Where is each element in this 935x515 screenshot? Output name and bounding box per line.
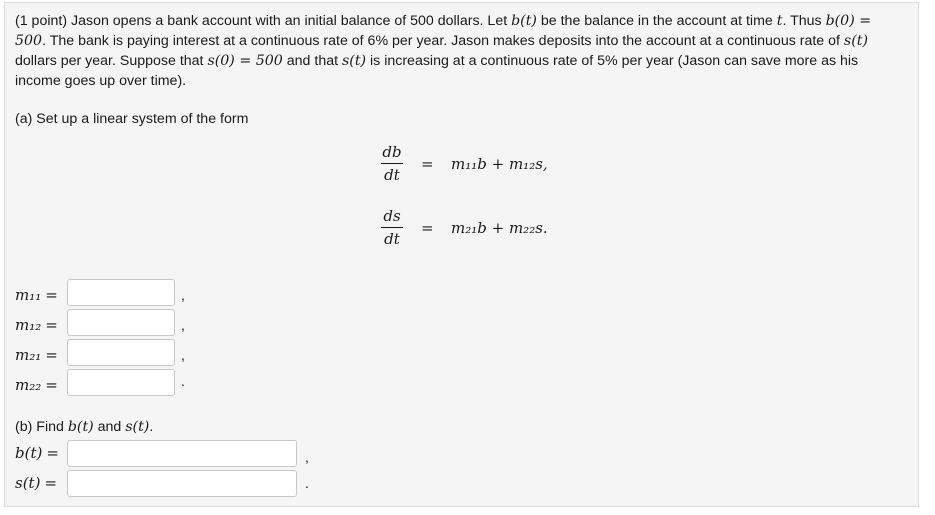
s-of-t-math: s(t) [125, 419, 150, 435]
m11-label: m₁₁ = [15, 286, 58, 304]
part-a-label: (a) Set up a linear system of the form [15, 111, 249, 127]
equals-sign: = [45, 286, 58, 304]
fraction-numerator: ds [381, 207, 403, 228]
m11-input[interactable] [67, 279, 175, 306]
intro-text-4: . The bank is paying interest at a conti… [42, 33, 844, 49]
fraction-ds-dt: ds dt [381, 207, 403, 248]
part-b-text-1: (b) Find [15, 419, 68, 435]
b-of-t-symbol: b(t) [15, 444, 43, 462]
intro-text-1: (1 point) Jason opens a bank account wit… [15, 13, 512, 29]
m21-input[interactable] [67, 339, 175, 366]
fraction-numerator: db [381, 143, 403, 164]
s-of-t-input[interactable] [67, 470, 297, 497]
b-of-t-input[interactable] [67, 440, 297, 467]
m21-punct: , [181, 347, 185, 363]
m12-punct: , [181, 317, 185, 333]
s-of-t-label: s(t) = [15, 474, 57, 492]
intro-text-5: dollars per year. Suppose that [15, 53, 208, 69]
m22-input[interactable] [67, 369, 175, 396]
equation-rhs: m₂₁b + m₂₂s. [451, 219, 548, 237]
equation-rhs: m₁₁b + m₁₂s, [451, 155, 548, 173]
m22-punct: . [181, 373, 185, 389]
m22-symbol: m₂₂ [15, 376, 42, 394]
equals-sign: = [46, 444, 59, 462]
m12-input[interactable] [67, 309, 175, 336]
problem-statement: (1 point) Jason opens a bank account wit… [15, 11, 905, 91]
b-of-t-label: b(t) = [15, 444, 59, 462]
m12-symbol: m₁₂ [15, 316, 42, 334]
s-of-t-math-2: s(t) [342, 53, 367, 69]
intro-text-3: . Thus [782, 13, 826, 29]
b-of-t-punct: , [305, 449, 309, 465]
part-b-text-3: . [149, 419, 154, 435]
fraction-db-dt: db dt [381, 143, 403, 184]
intro-text-2: be the balance in the account at time [536, 13, 777, 29]
m21-symbol: m₂₁ [15, 346, 42, 364]
equals-sign: = [421, 219, 434, 237]
b-of-t-math: b(t) [511, 13, 537, 29]
intro-text-6: and that [282, 53, 342, 69]
m11-symbol: m₁₁ [15, 286, 42, 304]
equals-sign: = [45, 346, 58, 364]
fraction-denominator: dt [384, 166, 400, 184]
m11-punct: , [181, 287, 185, 303]
b-of-t-math: b(t) [67, 419, 94, 435]
problem-panel: (1 point) Jason opens a bank account wit… [4, 2, 919, 507]
equation-ds-dt: ds dt = m₂₁b + m₂₂s. [381, 207, 621, 251]
equals-sign: = [45, 376, 58, 394]
equals-sign: = [421, 155, 434, 173]
s-of-t-punct: . [305, 475, 309, 491]
m12-label: m₁₂ = [15, 316, 58, 334]
fraction-denominator: dt [384, 230, 400, 248]
part-b-text-2: and [93, 419, 126, 435]
equals-sign: = [44, 474, 58, 492]
part-b-label: (b) Find b(t) and s(t). [15, 419, 153, 435]
m22-label: m₂₂ = [15, 376, 58, 394]
s-of-t-symbol: s(t) [15, 474, 41, 492]
equation-db-dt: db dt = m₁₁b + m₁₂s, [381, 143, 621, 187]
m21-label: m₂₁ = [15, 346, 58, 364]
s0-equation: s(0) = 500 [207, 53, 283, 69]
s-of-t-math: s(t) [843, 33, 868, 49]
equals-sign: = [45, 316, 58, 334]
